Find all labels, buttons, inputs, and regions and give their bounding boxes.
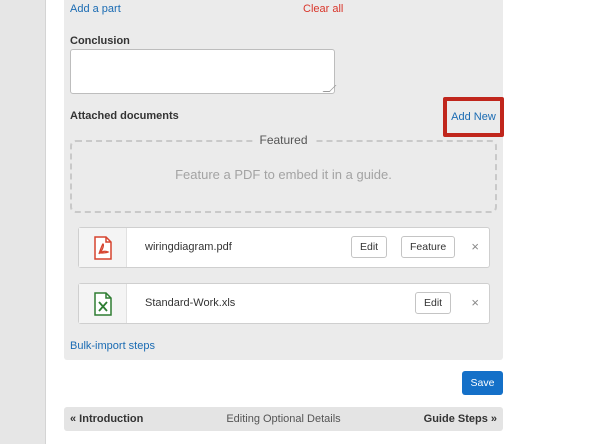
document-icon-cell — [79, 284, 127, 323]
next-step-link[interactable]: Guide Steps » — [424, 413, 497, 425]
featured-title: Featured — [253, 133, 314, 147]
current-step-label: Editing Optional Details — [226, 413, 341, 425]
remove-icon[interactable]: × — [471, 240, 479, 253]
featured-dropzone[interactable]: Featured Feature a PDF to embed it in a … — [70, 133, 497, 213]
document-name: Standard-Work.xls — [145, 297, 236, 309]
document-icon-cell — [79, 228, 127, 267]
bulk-import-link[interactable]: Bulk-import steps — [70, 340, 155, 352]
document-row-pdf: wiringdiagram.pdf Edit Feature × — [78, 227, 490, 268]
resize-handle-icon[interactable] — [322, 85, 337, 92]
save-button[interactable]: Save — [462, 371, 503, 395]
edit-button[interactable]: Edit — [351, 236, 388, 258]
add-new-link[interactable]: Add New — [451, 111, 496, 123]
feature-button[interactable]: Feature — [401, 236, 456, 258]
add-new-highlight: Add New — [443, 97, 504, 137]
document-name: wiringdiagram.pdf — [145, 241, 232, 253]
step-navigation: « Introduction Editing Optional Details … — [64, 407, 503, 431]
clear-all-link[interactable]: Clear all — [303, 3, 343, 15]
left-gutter — [0, 0, 46, 444]
attached-documents-label: Attached documents — [70, 110, 179, 122]
remove-icon[interactable]: × — [471, 296, 479, 309]
featured-hint: Feature a PDF to embed it in a guide. — [175, 167, 392, 182]
pdf-file-icon — [93, 235, 112, 260]
edit-button[interactable]: Edit — [415, 292, 452, 314]
conclusion-label: Conclusion — [70, 35, 130, 47]
document-row-xls: Standard-Work.xls Edit × — [78, 283, 490, 324]
add-part-link[interactable]: Add a part — [70, 3, 121, 15]
previous-step-link[interactable]: « Introduction — [70, 413, 143, 425]
excel-file-icon — [93, 291, 112, 316]
conclusion-textarea[interactable] — [70, 49, 337, 94]
editor-panel: Add a part Clear all Conclusion Attached… — [64, 0, 504, 360]
